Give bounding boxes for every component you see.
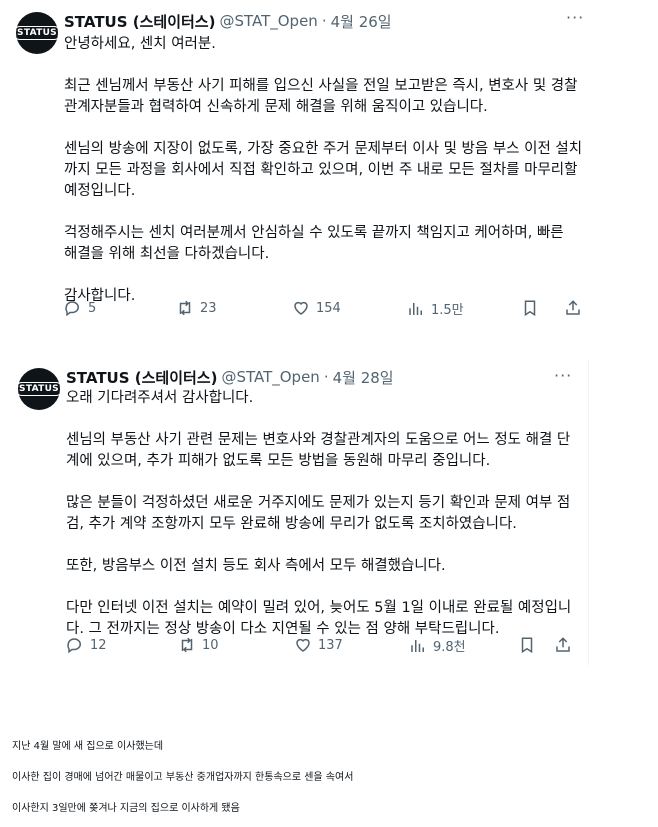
tweet-text: 오래 기다려주셔서 감사합니다. 센님의 부동산 사기 관련 문제는 변호사와 … (66, 390, 572, 637)
view-count: 9.8천 (433, 640, 466, 655)
views-button[interactable]: 1.5만 (407, 299, 464, 318)
reply-icon (66, 636, 90, 654)
avatar-logo-text: STATUS (13, 26, 61, 40)
retweet-icon (178, 636, 202, 654)
share-icon (564, 299, 588, 317)
caption-line-2: 이사한 집이 경매에 넘어간 매물이고 부동산 중개업자까지 한통속으로 센을 … (12, 772, 354, 783)
retweet-button[interactable]: 23 (176, 299, 217, 317)
like-button[interactable]: 154 (292, 299, 341, 317)
tweet-actions: 12 10 137 9.8천 (66, 636, 581, 656)
author-handle[interactable]: @STAT_Open (219, 12, 317, 30)
reply-count: 12 (90, 637, 107, 653)
share-button[interactable] (554, 636, 578, 654)
bookmark-button[interactable] (518, 636, 542, 654)
author-handle[interactable]: @STAT_Open (221, 368, 319, 386)
tweet-actions: 5 23 154 1.5만 (64, 299, 594, 319)
reply-icon (64, 299, 88, 317)
like-count: 154 (316, 300, 341, 316)
author-name[interactable]: STATUS (스테이터스) (66, 367, 217, 388)
reply-button[interactable]: 5 (64, 299, 96, 317)
avatar[interactable]: STATUS (13, 12, 61, 54)
reply-count: 5 (88, 300, 97, 316)
tweet-date[interactable]: 4월 28일 (333, 367, 394, 388)
tweet-header: STATUS (스테이터스) @STAT_Open · 4월 28일 (66, 366, 394, 388)
more-options-icon[interactable]: ··· (554, 366, 572, 385)
heart-icon (294, 636, 318, 654)
retweet-count: 10 (202, 637, 219, 653)
bookmark-button[interactable] (521, 299, 545, 317)
share-icon (554, 636, 578, 654)
retweet-icon (176, 299, 200, 317)
separator-dot: · (323, 368, 329, 386)
tweet-date[interactable]: 4월 26일 (331, 11, 392, 32)
heart-icon (292, 299, 316, 317)
separator-dot: · (321, 12, 327, 30)
views-chart-icon (407, 300, 431, 318)
bookmark-icon (518, 636, 542, 654)
like-button[interactable]: 137 (294, 636, 343, 654)
like-count: 137 (318, 637, 343, 653)
tweet-2[interactable]: STATUS STATUS (스테이터스) @STAT_Open · 4월 28… (2, 360, 589, 665)
share-button[interactable] (564, 299, 588, 317)
tweet-1[interactable]: STATUS STATUS (스테이터스) @STAT_Open · 4월 26… (0, 0, 600, 330)
tweet-header: STATUS (스테이터스) @STAT_Open · 4월 26일 (64, 10, 392, 32)
avatar-logo-text: STATUS (15, 382, 63, 396)
views-button[interactable]: 9.8천 (409, 636, 466, 655)
view-count: 1.5만 (431, 303, 464, 318)
views-chart-icon (409, 637, 433, 655)
avatar[interactable]: STATUS (15, 368, 63, 410)
bookmark-icon (521, 299, 545, 317)
caption-line-3: 이사한지 3일만에 쫒겨나 지금의 집으로 이사하게 됐음 (12, 803, 240, 814)
reply-button[interactable]: 12 (66, 636, 107, 654)
author-name[interactable]: STATUS (스테이터스) (64, 11, 215, 32)
more-options-icon[interactable]: ··· (566, 8, 584, 27)
tweet-text: 안녕하세요, 센치 여러분. 최근 센님께서 부동산 사기 피해를 입으신 사실… (64, 36, 583, 304)
caption-line-1: 지난 4월 말에 새 집으로 이사했는데 (12, 741, 164, 752)
retweet-button[interactable]: 10 (178, 636, 219, 654)
retweet-count: 23 (200, 300, 217, 316)
